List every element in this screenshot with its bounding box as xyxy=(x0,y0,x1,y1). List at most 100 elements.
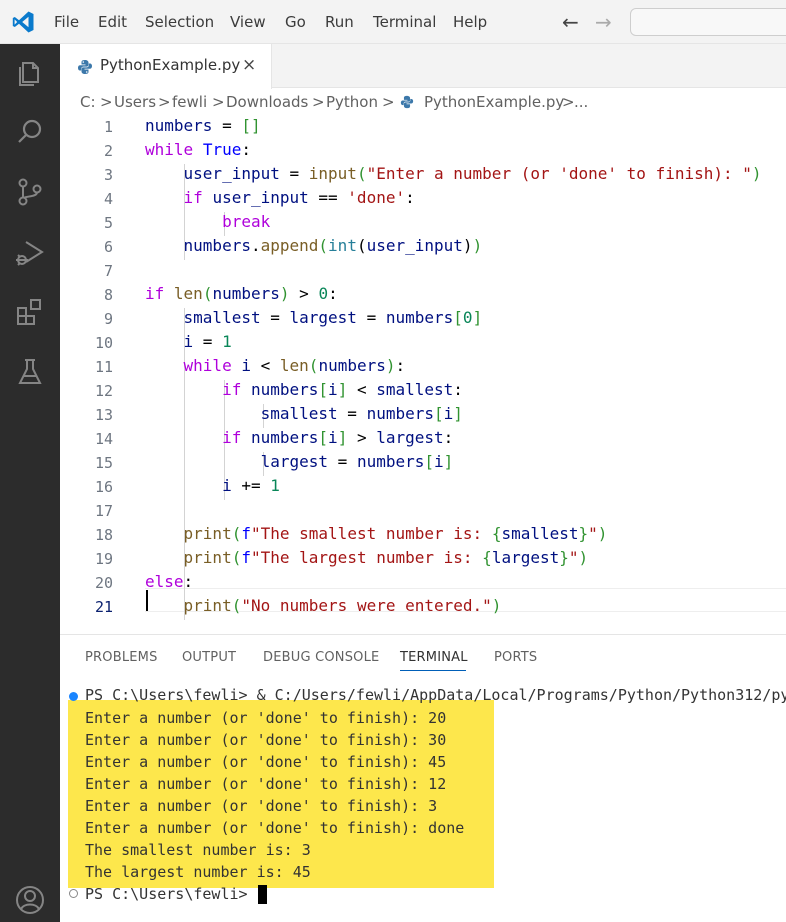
breadcrumb: C: > Users > fewli > Downloads > Python … xyxy=(60,88,786,116)
code-line: else: xyxy=(145,572,194,591)
command-success-dot-icon[interactable] xyxy=(69,692,78,701)
python-file-icon xyxy=(400,95,414,109)
code-line: if numbers[i] > largest: xyxy=(222,428,454,447)
code-line: numbers.append(int(user_input)) xyxy=(183,236,483,255)
code-line: print(f"The largest number is: {largest}… xyxy=(183,548,589,567)
tab-terminal[interactable]: TERMINAL xyxy=(400,650,468,665)
extensions-icon[interactable] xyxy=(12,294,48,330)
terminal-output-line: Enter a number (or 'done' to finish): do… xyxy=(85,819,465,837)
menu-edit[interactable]: Edit xyxy=(98,0,127,44)
terminal-output-line: Enter a number (or 'done' to finish): 12 xyxy=(85,775,447,793)
code-line: smallest = numbers[i] xyxy=(260,404,463,423)
line-number: 6 xyxy=(103,238,113,256)
line-number: 12 xyxy=(94,382,113,400)
explorer-icon[interactable] xyxy=(12,54,48,90)
menu-terminal[interactable]: Terminal xyxy=(373,0,436,44)
line-number: 19 xyxy=(94,550,113,568)
output-highlight xyxy=(68,700,494,888)
breadcrumb-separator: > xyxy=(562,93,575,111)
testing-icon[interactable] xyxy=(12,354,48,390)
terminal-output-line: Enter a number (or 'done' to finish): 3 xyxy=(85,797,438,815)
menu-go[interactable]: Go xyxy=(285,0,306,44)
line-number: 20 xyxy=(94,574,113,592)
command-pending-dot-icon[interactable] xyxy=(69,889,78,898)
line-number: 2 xyxy=(103,142,113,160)
active-tab-indicator xyxy=(400,670,466,671)
run-debug-icon[interactable] xyxy=(12,234,48,270)
code-line: largest = numbers[i] xyxy=(260,452,454,471)
terminal-output-line: The largest number is: 45 xyxy=(85,863,311,881)
line-number: 7 xyxy=(103,262,113,280)
vscode-logo-icon[interactable] xyxy=(11,10,35,34)
breadcrumb-separator: > xyxy=(158,93,171,111)
terminal-command-line[interactable]: PS C:\Users\fewli> & C:/Users/fewli/AppD… xyxy=(85,686,786,704)
tab-output[interactable]: OUTPUT xyxy=(182,650,236,665)
breadcrumb-drive[interactable]: C: xyxy=(80,93,96,111)
line-number: 4 xyxy=(103,190,113,208)
code-line: if numbers[i] < smallest: xyxy=(222,380,463,399)
code-line: if len(numbers) > 0: xyxy=(145,284,338,303)
breadcrumb-separator: > xyxy=(312,93,325,111)
code-line: i = 1 xyxy=(183,332,232,351)
terminal-output-line: Enter a number (or 'done' to finish): 20 xyxy=(85,709,447,727)
line-number: 15 xyxy=(94,454,113,472)
line-number: 10 xyxy=(94,334,113,352)
tab-debug-console[interactable]: DEBUG CONSOLE xyxy=(263,650,379,665)
menu-view[interactable]: View xyxy=(230,0,266,44)
terminal-prompt[interactable]: PS C:\Users\fewli> xyxy=(85,885,248,903)
line-number: 14 xyxy=(94,430,113,448)
breadcrumb-downloads[interactable]: Downloads xyxy=(226,93,308,111)
code-line: if user_input == 'done': xyxy=(183,188,415,207)
terminal-output-line: Enter a number (or 'done' to finish): 45 xyxy=(85,753,447,771)
command-center-search[interactable] xyxy=(630,8,786,36)
editor-tab-strip: PythonExample.py × xyxy=(60,44,786,89)
tab-label: PythonExample.py xyxy=(100,56,241,74)
breadcrumb-users[interactable]: Users xyxy=(114,93,156,111)
search-icon[interactable] xyxy=(12,114,48,150)
line-number: 18 xyxy=(94,526,113,544)
breadcrumb-python[interactable]: Python xyxy=(326,93,378,111)
line-number: 9 xyxy=(103,310,113,328)
tab-ports[interactable]: PORTS xyxy=(494,650,537,665)
breadcrumb-separator: > xyxy=(212,93,225,111)
source-control-icon[interactable] xyxy=(12,174,48,210)
code-line: print(f"The smallest number is: {smalles… xyxy=(183,524,608,543)
menu-selection[interactable]: Selection xyxy=(145,0,214,44)
account-icon[interactable] xyxy=(12,882,48,918)
code-line: while i < len(numbers): xyxy=(183,356,406,375)
terminal-cursor xyxy=(258,885,267,904)
code-line: while True: xyxy=(145,140,251,159)
menu-help[interactable]: Help xyxy=(453,0,487,44)
terminal-output-line: Enter a number (or 'done' to finish): 30 xyxy=(85,731,447,749)
back-arrow-icon[interactable]: ← xyxy=(562,10,579,34)
code-line: smallest = largest = numbers[0] xyxy=(183,308,483,327)
line-number: 11 xyxy=(94,358,113,376)
line-number: 21 xyxy=(94,598,113,616)
line-number: 1 xyxy=(103,118,113,136)
code-line: i += 1 xyxy=(222,476,280,495)
line-number: 13 xyxy=(94,406,113,424)
breadcrumb-separator: > xyxy=(382,93,395,111)
menu-file[interactable]: File xyxy=(54,0,79,44)
activity-bar xyxy=(0,44,60,922)
tab-pythonexample[interactable]: PythonExample.py × xyxy=(60,44,272,89)
code-line: user_input = input("Enter a number (or '… xyxy=(183,164,762,183)
code-line: print("No numbers were entered.") xyxy=(183,596,502,615)
code-line: break xyxy=(222,212,271,231)
terminal-output-line: The smallest number is: 3 xyxy=(85,841,311,859)
breadcrumb-separator: > xyxy=(100,93,113,111)
line-number: 17 xyxy=(94,502,113,520)
code-editor[interactable]: 1 2 3 4 5 6 7 8 9 10 11 12 13 14 15 16 1… xyxy=(60,116,786,634)
line-number: 8 xyxy=(103,286,113,304)
forward-arrow-icon[interactable]: → xyxy=(595,10,612,34)
line-number: 16 xyxy=(94,478,113,496)
breadcrumb-more[interactable]: ... xyxy=(574,93,588,111)
breadcrumb-file[interactable]: PythonExample.py xyxy=(424,93,564,111)
line-number: 5 xyxy=(103,214,113,232)
python-file-icon xyxy=(78,60,92,74)
close-tab-icon[interactable]: × xyxy=(242,55,256,75)
breadcrumb-fewli[interactable]: fewli xyxy=(172,93,207,111)
tab-problems[interactable]: PROBLEMS xyxy=(85,650,158,665)
code-line: numbers = [] xyxy=(145,116,261,135)
menu-run[interactable]: Run xyxy=(325,0,354,44)
